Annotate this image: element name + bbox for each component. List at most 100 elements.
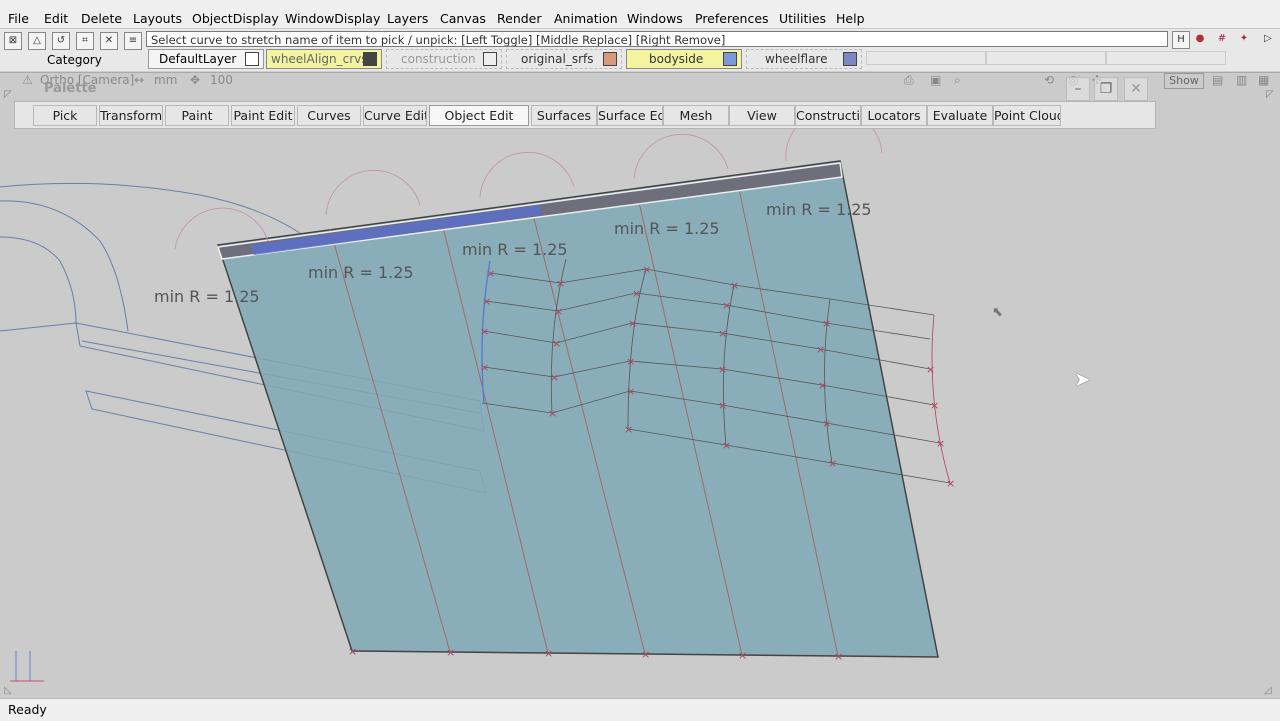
menu-windowdisplay[interactable]: WindowDisplay	[285, 11, 380, 26]
menu-delete[interactable]: Delete	[81, 11, 122, 26]
layout-icon[interactable]: ▤	[1212, 73, 1223, 87]
layer-construction[interactable]: construction	[386, 49, 502, 69]
pin-icon[interactable]: ●	[1192, 31, 1208, 47]
corner-resize-icon[interactable]: ◸	[4, 89, 12, 100]
menu-windows[interactable]: Windows	[627, 11, 683, 26]
annotation-min-r: min R = 1.25	[308, 263, 414, 282]
tab-surfaces[interactable]: Surfaces	[531, 105, 597, 126]
tab-paint[interactable]: Paint	[165, 105, 229, 126]
menu-layers[interactable]: Layers	[387, 11, 428, 26]
units-label: mm	[154, 73, 178, 87]
layer-construction-swatch[interactable]	[483, 52, 497, 66]
layer-empty-3[interactable]	[1106, 51, 1226, 65]
svg-text:×: ×	[926, 363, 935, 376]
restore-icon[interactable]: ❐	[1094, 77, 1118, 101]
tumble-icon[interactable]: ⟲	[1044, 73, 1054, 87]
pick-icon[interactable]: ⊠	[4, 32, 22, 50]
layer-default[interactable]: DefaultLayer	[148, 49, 264, 69]
tab-point-clouds[interactable]: Point Clouds	[993, 105, 1061, 126]
layer-empty-1[interactable]	[866, 51, 986, 65]
render-icon[interactable]: ▣	[930, 73, 941, 87]
svg-text:×: ×	[930, 399, 939, 412]
svg-text:×: ×	[822, 417, 831, 430]
layer-default-swatch[interactable]	[245, 52, 259, 66]
show-button[interactable]: Show	[1164, 73, 1204, 89]
prompt-line[interactable]: Select curve to stretch name of item to …	[146, 31, 1168, 47]
layer-original-srfs[interactable]: original_srfs	[506, 49, 622, 69]
tab-paint-edit[interactable]: Paint Edit	[231, 105, 295, 126]
menu-help[interactable]: Help	[836, 11, 865, 26]
minimize-icon[interactable]: –	[1066, 77, 1090, 101]
list-icon[interactable]: ≡	[124, 32, 142, 50]
tab-surface-edit[interactable]: Surface Edi	[597, 105, 663, 126]
viewport[interactable]: × × × × × × × × × × × × × × × × × × × × × × × × × × × × × × × × × ×…	[0, 72, 1280, 699]
svg-text:×: ×	[632, 287, 641, 300]
svg-text:×: ×	[348, 645, 357, 658]
svg-text:×: ×	[828, 457, 837, 470]
tab-pick[interactable]: Pick	[33, 105, 97, 126]
tab-construction[interactable]: Construction	[795, 105, 861, 126]
menu-animation[interactable]: Animation	[554, 11, 618, 26]
tab-curve-edit[interactable]: Curve Edit	[363, 105, 427, 126]
warning-icon: ⚠	[22, 73, 33, 87]
corner-resize-icon[interactable]: ◿	[1264, 685, 1272, 696]
tab-object-edit[interactable]: Object Edit	[429, 105, 529, 126]
layer-wheelalign[interactable]: wheelAlign_crvs	[266, 49, 382, 69]
snap-icon[interactable]: ✕	[100, 32, 118, 50]
layer-empty-2[interactable]	[986, 51, 1106, 65]
menu-canvas[interactable]: Canvas	[440, 11, 486, 26]
menu-objectdisplay[interactable]: ObjectDisplay	[192, 11, 279, 26]
layer-wheelalign-label: wheelAlign_crvs	[271, 52, 368, 66]
layer-default-label: DefaultLayer	[159, 52, 237, 66]
menu-preferences[interactable]: Preferences	[695, 11, 769, 26]
menu-edit[interactable]: Edit	[44, 11, 68, 26]
tab-transform[interactable]: Transform	[99, 105, 163, 126]
menu-utilities[interactable]: Utilities	[779, 11, 826, 26]
layer-wheelalign-swatch[interactable]	[363, 52, 377, 66]
magnify-icon[interactable]: ⌕	[954, 73, 961, 88]
menu-render[interactable]: Render	[497, 11, 542, 26]
annotation-min-r: min R = 1.25	[462, 240, 568, 259]
menu-file[interactable]: File	[8, 11, 29, 26]
svg-text:×: ×	[834, 650, 843, 663]
mouse-cursor-icon: ➤	[1074, 367, 1091, 391]
transform-icon[interactable]: ⌗	[76, 32, 94, 50]
layer-bodyside-swatch[interactable]	[723, 52, 737, 66]
close-icon[interactable]: ✕	[1124, 77, 1148, 101]
camera-icon[interactable]: ⎙	[904, 73, 914, 88]
tab-curves[interactable]: Curves	[297, 105, 361, 126]
svg-text:×: ×	[626, 385, 635, 398]
layer-bodyside[interactable]: bodyside	[626, 49, 742, 69]
corner-resize-icon[interactable]: ◺	[4, 685, 12, 696]
svg-text:×: ×	[556, 277, 565, 290]
layer-construction-label: construction	[401, 52, 476, 66]
annotation-min-r: min R = 1.25	[614, 219, 720, 238]
svg-text:×: ×	[480, 325, 489, 338]
options-icon[interactable]: ▦	[1258, 73, 1269, 87]
tab-evaluate[interactable]: Evaluate	[927, 105, 993, 126]
palette-title: Palette	[44, 81, 97, 96]
history-icon[interactable]: H	[1172, 31, 1190, 49]
menu-layouts[interactable]: Layouts	[133, 11, 182, 26]
status-text: Ready	[8, 702, 47, 717]
tab-view[interactable]: View	[729, 105, 795, 126]
lasso-icon[interactable]: ↺	[52, 32, 70, 50]
tab-locators[interactable]: Locators	[861, 105, 927, 126]
axis-gnomon	[10, 651, 44, 682]
play-icon[interactable]: ▷	[1260, 31, 1276, 47]
svg-text:×: ×	[718, 327, 727, 340]
maximize-icon[interactable]: ◸	[1266, 89, 1274, 100]
svg-text:×: ×	[548, 407, 557, 420]
select-icon[interactable]: △	[28, 32, 46, 50]
tab-mesh[interactable]: Mesh	[663, 105, 729, 126]
svg-text:×: ×	[730, 279, 739, 292]
magnet-icon[interactable]: ✦	[1236, 31, 1252, 47]
split-icon[interactable]: ▥	[1236, 73, 1247, 87]
svg-text:×: ×	[946, 477, 955, 490]
layer-original-srfs-swatch[interactable]	[603, 52, 617, 66]
layer-wheelflare[interactable]: wheelflare	[746, 49, 862, 69]
layer-bodyside-label: bodyside	[649, 52, 704, 66]
grid-snap-icon[interactable]: #	[1214, 31, 1230, 47]
layer-wheelflare-swatch[interactable]	[843, 52, 857, 66]
layer-wheelflare-label: wheelflare	[765, 52, 828, 66]
